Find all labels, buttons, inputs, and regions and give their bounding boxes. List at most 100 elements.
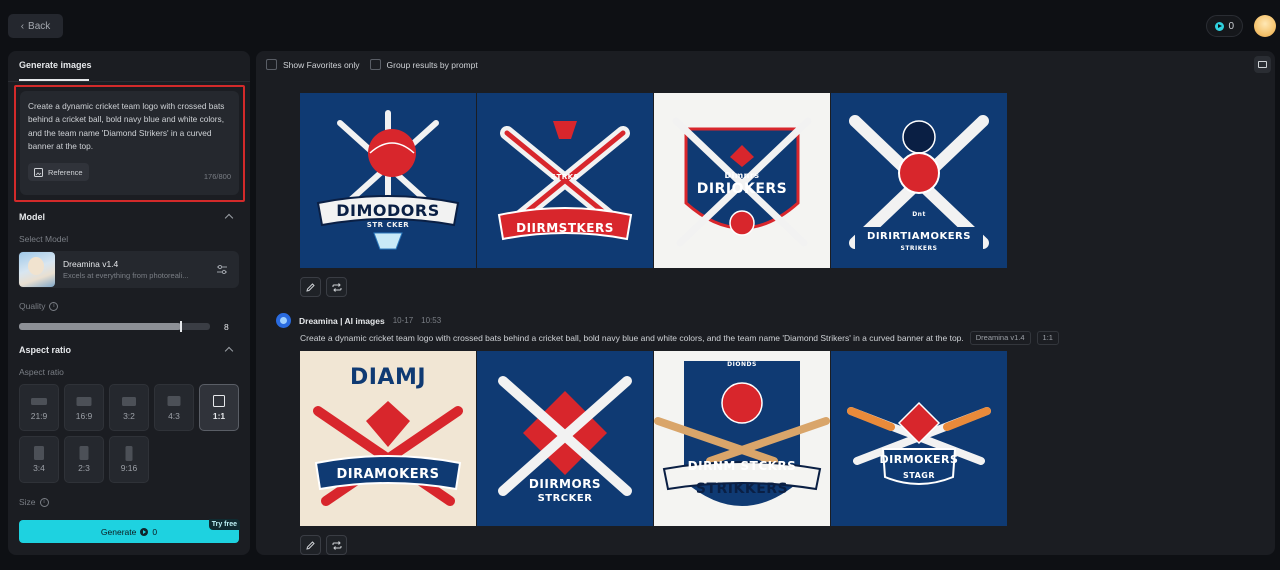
group-date: 10-17 <box>392 316 414 325</box>
folder-button[interactable] <box>1254 56 1271 73</box>
credits-badge[interactable]: 0 <box>1206 15 1243 37</box>
group-prompt-line: Create a dynamic cricket team logo with … <box>300 331 1059 345</box>
model-selector[interactable]: Dreamina v1.4 Excels at everything from … <box>18 251 239 288</box>
ratio-label: 2:3 <box>78 463 90 473</box>
logo-text: DIRAMOKERS <box>336 467 440 482</box>
quality-label: Quality i <box>19 301 59 311</box>
ratio-option-2-3[interactable]: 2:3 <box>64 436 104 483</box>
aspect-ratio-icon <box>122 396 136 406</box>
repeat-icon <box>332 540 341 550</box>
slider-fill <box>19 323 182 330</box>
logo-subtext: STRIKERS <box>900 245 938 252</box>
cricket-logo-graphic <box>831 351 1007 526</box>
generated-image-4[interactable]: Dnt DIRIRTIAMOKERS STRIKERS <box>831 93 1007 268</box>
prompt-input[interactable]: Create a dynamic cricket team logo with … <box>20 91 239 195</box>
model-thumbnail <box>19 252 55 287</box>
regenerate-button[interactable] <box>326 277 347 297</box>
image-actions-2 <box>300 535 347 555</box>
quality-value: 8 <box>224 322 229 332</box>
ratio-option-3-4[interactable]: 3:4 <box>19 436 59 483</box>
aspect-ratio-icon <box>167 396 181 406</box>
chevron-up-icon[interactable] <box>224 213 234 223</box>
logo-subtext: STAGR <box>902 471 935 480</box>
avatar[interactable] <box>1254 15 1276 37</box>
tab-generate-images[interactable]: Generate images <box>19 60 92 70</box>
pencil-icon <box>306 282 315 292</box>
image-actions-1 <box>300 277 347 297</box>
prompt-highlight: Create a dynamic cricket team logo with … <box>14 85 245 202</box>
edit-button[interactable] <box>300 277 321 297</box>
generated-image-1[interactable]: DIMODORS STR CKER <box>300 93 476 268</box>
ratio-option-3-2[interactable]: 3:2 <box>109 384 149 431</box>
logo-subtext: STRKS <box>550 173 580 181</box>
sliders-icon[interactable] <box>217 265 227 274</box>
cricket-logo-graphic <box>300 93 476 268</box>
group-by-prompt-label: Group results by prompt <box>386 59 478 70</box>
ratio-option-16-9[interactable]: 16:9 <box>64 384 104 431</box>
group-prompt[interactable]: Create a dynamic cricket team logo with … <box>300 333 964 343</box>
prompt-text[interactable]: Create a dynamic cricket team logo with … <box>28 100 233 153</box>
aspect-ratio-label: Aspect ratio <box>19 367 64 377</box>
model-section-title: Model <box>19 212 45 222</box>
ratio-option-1-1[interactable]: 1:1 <box>199 384 239 431</box>
aspect-ratio-icon <box>125 445 133 461</box>
ratio-option-4-3[interactable]: 4:3 <box>154 384 194 431</box>
checkbox-box[interactable] <box>369 59 381 70</box>
select-model-label: Select Model <box>19 234 68 244</box>
logo-subtext: STR CKER <box>366 221 410 229</box>
logo-text: DIAMJ <box>349 365 427 390</box>
top-bar: ‹ Back 0 <box>0 0 1280 51</box>
slider-handle[interactable] <box>180 321 183 332</box>
group-time: 10:53 <box>421 316 442 325</box>
logo-subtext: DIONDS <box>727 361 757 368</box>
logo-text: DIRIRTIAMOKERS <box>867 231 971 242</box>
logo-subtext: STRCKER <box>537 493 593 504</box>
group-by-prompt-checkbox[interactable]: Group results by prompt <box>369 59 478 70</box>
show-favorites-checkbox[interactable]: Show Favorites only <box>266 59 360 70</box>
ratio-label: 1:1 <box>212 411 226 421</box>
ratio-label: 21:9 <box>30 411 48 421</box>
reference-label: Reference <box>48 167 83 177</box>
aspect-ratio-icon <box>31 397 47 405</box>
credit-icon <box>140 527 149 536</box>
results-panel: Show Favorites only Group results by pro… <box>256 51 1275 555</box>
info-icon[interactable]: i <box>49 301 59 311</box>
credit-icon <box>1215 21 1225 31</box>
ratio-label: 3:4 <box>33 463 45 473</box>
try-free-badge: Try free <box>208 519 240 530</box>
aspect-ratio-icon <box>76 396 92 406</box>
divider <box>8 81 250 82</box>
checkbox-box[interactable] <box>266 59 277 70</box>
generated-image-2[interactable]: STRKS DIIRMSTKERS <box>477 93 653 268</box>
reference-button[interactable]: Reference <box>28 163 89 181</box>
generate-button[interactable]: Generate 0 Try free <box>19 519 240 543</box>
generated-image-3[interactable]: Dimnrs DIRIOKERS <box>654 93 830 268</box>
logo-text: STRIKKERS <box>695 481 789 497</box>
aspect-ratio-icon <box>213 395 225 407</box>
aspect-ratio-icon <box>79 446 89 460</box>
quality-text: Quality <box>19 301 46 311</box>
show-favorites-label: Show Favorites only <box>283 59 360 70</box>
size-label: Size i <box>19 497 49 507</box>
regenerate-button[interactable] <box>326 535 347 555</box>
edit-button[interactable] <box>300 535 321 555</box>
generated-image-7[interactable]: DIONDS DIRNM STCKRS STRIKKERS <box>654 351 830 526</box>
quality-slider[interactable] <box>19 321 210 332</box>
aspect-ratio-text: Aspect ratio <box>19 367 64 377</box>
info-icon[interactable]: i <box>39 497 49 507</box>
dreamina-logo-icon <box>276 313 291 328</box>
generated-image-5[interactable]: DIAMJ DIRAMOKERS <box>300 351 476 526</box>
ratio-tag: 1:1 <box>1036 331 1059 345</box>
ratio-option-21-9[interactable]: 21:9 <box>19 384 59 431</box>
aspect-section-title: Aspect ratio <box>19 345 72 355</box>
credits-count: 0 <box>1228 20 1234 32</box>
filter-row: Show Favorites only Group results by pro… <box>266 59 478 70</box>
generated-image-8[interactable]: DIRMOKERS STAGR <box>831 351 1007 526</box>
ratio-option-9-16[interactable]: 9:16 <box>109 436 149 483</box>
ratio-label: 16:9 <box>75 411 93 421</box>
back-button[interactable]: ‹ Back <box>8 14 63 38</box>
logo-text: DIIRMORS <box>528 477 602 491</box>
chevron-up-icon[interactable] <box>224 346 234 356</box>
model-name: Dreamina v1.4 <box>63 259 119 269</box>
generated-image-6[interactable]: DIIRMORS STRCKER <box>477 351 653 526</box>
